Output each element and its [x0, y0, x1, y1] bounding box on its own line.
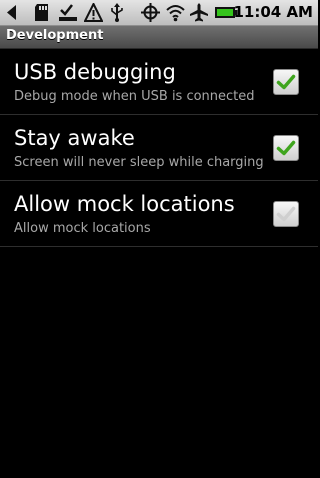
warning-icon	[84, 3, 103, 22]
title-bar: Development	[0, 26, 318, 49]
status-bar: 11:04 AM	[0, 0, 318, 26]
checkmark-icon	[276, 74, 296, 90]
back-icon	[5, 3, 19, 22]
allow-mock-locations-checkbox[interactable]	[273, 201, 299, 227]
page-title: Development	[6, 28, 104, 43]
usb-debugging-checkbox[interactable]	[273, 69, 299, 95]
setting-allow-mock-locations[interactable]: Allow mock locations Allow mock location…	[0, 181, 318, 247]
settings-list: USB debugging Debug mode when USB is con…	[0, 49, 318, 247]
usb-icon	[110, 3, 124, 22]
status-time: 11:04 AM	[233, 3, 313, 21]
setting-summary: Allow mock locations	[14, 221, 151, 236]
setting-usb-debugging[interactable]: USB debugging Debug mode when USB is con…	[0, 49, 318, 115]
wifi-icon	[166, 3, 185, 22]
setting-stay-awake[interactable]: Stay awake Screen will never sleep while…	[0, 115, 318, 181]
download-complete-icon	[58, 3, 78, 22]
checkmark-icon	[276, 140, 296, 156]
sd-card-icon	[33, 3, 50, 22]
setting-title: Stay awake	[14, 126, 135, 150]
checkmark-ghost-icon	[276, 206, 296, 222]
gps-icon	[141, 3, 160, 22]
setting-title: USB debugging	[14, 60, 176, 84]
setting-summary: Screen will never sleep while charging	[14, 155, 264, 170]
airplane-icon	[189, 3, 209, 22]
stay-awake-checkbox[interactable]	[273, 135, 299, 161]
setting-summary: Debug mode when USB is connected	[14, 89, 255, 104]
setting-title: Allow mock locations	[14, 192, 235, 216]
